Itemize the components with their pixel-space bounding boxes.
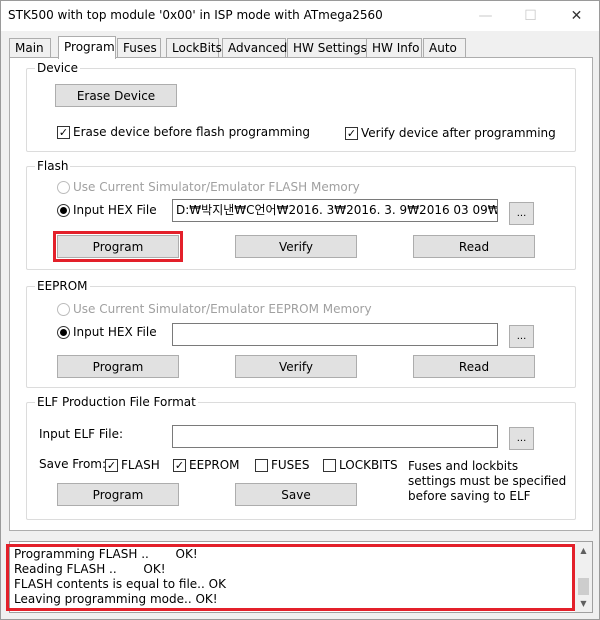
tab-hw-info[interactable]: HW Info xyxy=(366,38,422,58)
checkbox-check-icon: ✓ xyxy=(345,126,358,140)
tab-hw-settings[interactable]: HW Settings xyxy=(287,38,367,58)
flash-hex-path-input[interactable]: D:₩박지낸₩C언어₩2016. 3₩2016. 3. 9₩2016 03 09… xyxy=(172,199,498,222)
flash-verify-button[interactable]: Verify xyxy=(235,235,357,258)
device-group-title: Device xyxy=(35,61,81,75)
checkbox-check-icon: ✓ xyxy=(173,458,186,472)
title-bar: STK500 with top module '0x00' in ISP mod… xyxy=(1,1,599,31)
eeprom-hex-label: Input HEX File xyxy=(73,325,157,339)
window-title: STK500 with top module '0x00' in ISP mod… xyxy=(8,8,383,22)
tab-program[interactable]: Program xyxy=(58,36,116,59)
maximize-icon[interactable]: ☐ xyxy=(508,1,553,30)
flash-sim-radio[interactable]: Use Current Simulator/Emulator FLASH Mem… xyxy=(57,180,360,194)
elf-note: Fuses and lockbits settings must be spec… xyxy=(408,459,567,503)
eeprom-program-button[interactable]: Program xyxy=(57,355,179,378)
device-group: Device Erase Device ✓ Erase device befor… xyxy=(26,61,576,152)
eeprom-group: EEPROM Use Current Simulator/Emulator EE… xyxy=(26,279,576,388)
flash-read-button[interactable]: Read xyxy=(413,235,535,258)
flash-hex-label: Input HEX File xyxy=(73,203,157,217)
elf-program-button[interactable]: Program xyxy=(57,483,179,506)
erase-device-button[interactable]: Erase Device xyxy=(55,84,177,107)
eeprom-sim-label: Use Current Simulator/Emulator EEPROM Me… xyxy=(73,302,372,316)
elf-fuses-label: FUSES xyxy=(271,458,310,472)
eeprom-browse-button[interactable]: ... xyxy=(509,325,534,348)
log-line: FLASH contents is equal to file.. OK xyxy=(14,577,226,591)
erase-before-flash-label: Erase device before flash programming xyxy=(73,125,311,139)
elf-group: ELF Production File Format Input ELF Fil… xyxy=(26,395,576,520)
flash-browse-button[interactable]: ... xyxy=(509,202,534,225)
elf-fuses-checkbox[interactable]: FUSES xyxy=(255,458,310,472)
elf-group-title: ELF Production File Format xyxy=(35,395,198,409)
eeprom-group-title: EEPROM xyxy=(35,279,90,293)
app-window: STK500 with top module '0x00' in ISP mod… xyxy=(0,0,600,620)
verify-after-label: Verify device after programming xyxy=(361,126,556,140)
scroll-up-icon[interactable]: ▲ xyxy=(575,542,592,559)
elf-input-label: Input ELF File: xyxy=(39,427,123,441)
tab-auto[interactable]: Auto xyxy=(423,38,466,58)
elf-browse-button[interactable]: ... xyxy=(509,427,534,450)
flash-program-button[interactable]: Program xyxy=(57,235,179,258)
tab-main[interactable]: Main xyxy=(9,38,51,58)
elf-save-button[interactable]: Save xyxy=(235,483,357,506)
elf-file-input[interactable] xyxy=(172,425,498,448)
erase-before-flash-checkbox[interactable]: ✓ Erase device before flash programming xyxy=(57,125,310,139)
elf-eeprom-label: EEPROM xyxy=(189,458,240,472)
elf-eeprom-checkbox[interactable]: ✓ EEPROM xyxy=(173,458,240,472)
close-icon[interactable]: ✕ xyxy=(554,1,599,30)
flash-hex-radio[interactable]: Input HEX File xyxy=(57,203,157,217)
tab-advanced[interactable]: Advanced xyxy=(222,38,287,58)
scroll-down-icon[interactable]: ▼ xyxy=(575,595,592,612)
elf-flash-checkbox[interactable]: ✓ FLASH xyxy=(105,458,160,472)
scroll-thumb[interactable] xyxy=(578,578,589,595)
log-line: Programming FLASH .. OK! xyxy=(14,547,198,561)
log-line: Reading FLASH .. OK! xyxy=(14,562,166,576)
elf-flash-label: FLASH xyxy=(121,458,160,472)
checkbox-check-icon: ✓ xyxy=(57,125,70,139)
elf-lockbits-checkbox[interactable]: LOCKBITS xyxy=(323,458,398,472)
minimize-icon[interactable]: — xyxy=(463,1,508,30)
flash-group-title: Flash xyxy=(35,159,71,173)
eeprom-read-button[interactable]: Read xyxy=(413,355,535,378)
eeprom-hex-radio[interactable]: Input HEX File xyxy=(57,325,157,339)
save-from-label: Save From: xyxy=(39,457,107,471)
tab-fuses[interactable]: Fuses xyxy=(117,38,161,58)
eeprom-verify-button[interactable]: Verify xyxy=(235,355,357,378)
log-scrollbar[interactable]: ▲ ▼ xyxy=(575,542,592,612)
eeprom-hex-path-input[interactable] xyxy=(172,323,498,346)
tab-lockbits[interactable]: LockBits xyxy=(166,38,222,58)
flash-group: Flash Use Current Simulator/Emulator FLA… xyxy=(26,159,576,270)
elf-lockbits-label: LOCKBITS xyxy=(339,458,398,472)
log-line: Leaving programming mode.. OK! xyxy=(14,592,218,606)
status-log[interactable]: Programming FLASH .. OK! Reading FLASH .… xyxy=(9,541,593,613)
flash-sim-label: Use Current Simulator/Emulator FLASH Mem… xyxy=(73,180,360,194)
program-tab-panel: Device Erase Device ✓ Erase device befor… xyxy=(9,57,593,531)
verify-after-checkbox[interactable]: ✓ Verify device after programming xyxy=(345,126,556,140)
checkbox-check-icon: ✓ xyxy=(105,458,118,472)
eeprom-sim-radio[interactable]: Use Current Simulator/Emulator EEPROM Me… xyxy=(57,302,372,316)
